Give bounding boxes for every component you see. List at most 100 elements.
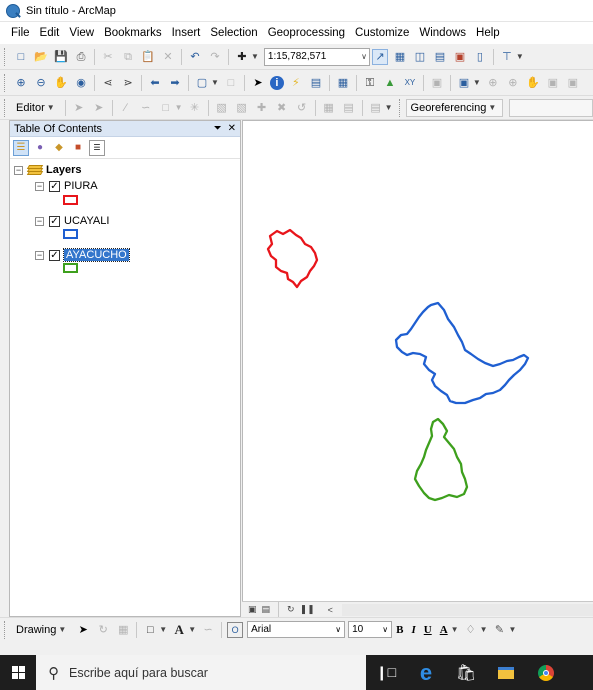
forward-arrow-icon[interactable]: ➡ bbox=[167, 75, 183, 91]
chevron-down-icon[interactable]: ▼ bbox=[385, 103, 393, 112]
collapse-icon[interactable]: − bbox=[14, 165, 23, 175]
list-by-visibility-icon[interactable]: ◆ bbox=[51, 140, 67, 156]
collapse-icon[interactable]: − bbox=[35, 250, 44, 260]
menu-help[interactable]: Help bbox=[471, 22, 505, 44]
cut-icon[interactable]: ✂ bbox=[100, 49, 116, 65]
chevron-down-icon[interactable]: ▼ bbox=[188, 625, 196, 634]
layer-row-ayacucho[interactable]: − ✓ AYACUCHO bbox=[35, 248, 130, 262]
chevron-down-icon[interactable]: ▼ bbox=[159, 625, 167, 634]
map-display[interactable] bbox=[242, 120, 593, 601]
georeferencing-layer-combobox[interactable] bbox=[509, 98, 593, 117]
open-folder-icon[interactable]: 📂 bbox=[33, 49, 49, 65]
font-size-combobox[interactable]: 10 ∨ bbox=[348, 621, 393, 638]
model-builder-icon[interactable]: ⊤ bbox=[499, 49, 515, 65]
layer-visibility-checkbox[interactable]: ✓ bbox=[49, 180, 60, 192]
symbol-swatch-ayacucho[interactable] bbox=[63, 263, 78, 273]
split-tool-icon[interactable]: ✖ bbox=[274, 100, 290, 116]
select-features-icon[interactable]: ▢ bbox=[194, 75, 210, 91]
edge-browser-icon[interactable]: e bbox=[406, 655, 446, 690]
arctoolbox-icon[interactable]: ▣ bbox=[452, 49, 468, 65]
text-tool-icon[interactable]: A bbox=[171, 622, 187, 638]
chevron-down-icon[interactable]: ▼ bbox=[516, 52, 524, 61]
menu-customize[interactable]: Customize bbox=[350, 22, 414, 44]
print-icon[interactable]: ⎙ bbox=[73, 49, 89, 65]
list-by-source-icon[interactable]: ● bbox=[32, 140, 48, 156]
symbol-swatch-ucayali[interactable] bbox=[63, 229, 78, 239]
symbol-swatch-piura[interactable] bbox=[63, 195, 78, 205]
go-to-xy-icon[interactable]: XY bbox=[402, 75, 418, 91]
edit-vertices-icon[interactable]: ∽ bbox=[200, 622, 216, 638]
font-color-button[interactable]: A bbox=[436, 624, 452, 636]
chevron-down-icon[interactable]: ▼ bbox=[473, 78, 481, 87]
delete-icon[interactable]: ✕ bbox=[160, 49, 176, 65]
point-tool-icon[interactable]: □ bbox=[158, 100, 174, 116]
edit-annotation-icon[interactable]: ➤ bbox=[91, 100, 107, 116]
editor-toolbar-icon[interactable]: ↗ bbox=[371, 48, 388, 65]
fill-color-icon[interactable]: ♢ bbox=[463, 622, 479, 638]
create-viewer-icon[interactable]: ▣ bbox=[456, 75, 472, 91]
list-by-drawing-order-icon[interactable]: ☰ bbox=[13, 139, 29, 156]
scroll-left-arrow-icon[interactable]: < bbox=[328, 605, 333, 615]
ucayali-polygon[interactable] bbox=[394, 301, 530, 405]
layout-view-icon[interactable]: ▤ bbox=[262, 604, 271, 615]
collapse-icon[interactable]: − bbox=[35, 216, 44, 226]
menu-insert[interactable]: Insert bbox=[167, 22, 206, 44]
fixed-zoom-in-icon[interactable]: ⋖ bbox=[100, 75, 116, 91]
select-elements-arrow-icon[interactable]: ➤ bbox=[250, 75, 266, 91]
task-view-icon[interactable]: ❙□ bbox=[366, 655, 406, 690]
zoom-whole-page-icon[interactable]: ▣ bbox=[545, 75, 561, 91]
reshape-icon[interactable]: ▧ bbox=[234, 100, 250, 116]
zoom-to-layer-icon[interactable]: ⊕ bbox=[485, 75, 501, 91]
layer-name[interactable]: AYACUCHO bbox=[63, 248, 130, 262]
italic-button[interactable]: I bbox=[407, 624, 419, 636]
editor-menu-button[interactable]: Editor ▼ bbox=[11, 99, 62, 117]
zoom-out-icon[interactable]: ⊖ bbox=[33, 75, 49, 91]
data-view-icon[interactable]: ▣ bbox=[248, 604, 257, 615]
zoom-to-elements-icon[interactable]: ▦ bbox=[115, 622, 131, 638]
hyperlink-icon[interactable]: ⚡ bbox=[288, 75, 304, 91]
pin-icon[interactable]: ⏷ bbox=[214, 123, 222, 134]
menu-file[interactable]: File bbox=[6, 22, 35, 44]
toolbar-grip[interactable] bbox=[4, 73, 7, 92]
sketch-properties-icon[interactable]: ▤ bbox=[341, 100, 357, 116]
underline-button[interactable]: U bbox=[420, 624, 436, 636]
identify-icon[interactable]: i bbox=[269, 75, 284, 90]
menu-geoprocessing[interactable]: Geoprocessing bbox=[263, 22, 350, 44]
rectangle-icon[interactable]: □ bbox=[142, 622, 158, 638]
line-color-icon[interactable]: ✎ bbox=[492, 622, 508, 638]
start-button[interactable] bbox=[0, 655, 36, 690]
pan-hand-icon[interactable]: ✋ bbox=[53, 75, 69, 91]
find-binoculars-icon[interactable]: ⚿ bbox=[362, 75, 378, 91]
pause-drawing-icon[interactable]: ❚❚ bbox=[300, 604, 315, 615]
menu-view[interactable]: View bbox=[64, 22, 99, 44]
undo-icon[interactable]: ↶ bbox=[187, 49, 203, 65]
layer-row-ucayali[interactable]: − ✓ UCAYALI bbox=[35, 214, 109, 228]
layers-dataframe-row[interactable]: − Layers bbox=[14, 163, 81, 177]
catalog-icon[interactable]: ◫ bbox=[412, 49, 428, 65]
find-route-icon[interactable]: ▲ bbox=[382, 75, 398, 91]
time-slider-icon[interactable]: ▣ bbox=[429, 75, 445, 91]
edit-vertices-icon[interactable]: ▧ bbox=[214, 100, 230, 116]
layer-visibility-checkbox[interactable]: ✓ bbox=[49, 249, 60, 261]
toolbar-grip[interactable] bbox=[4, 47, 7, 66]
add-data-icon[interactable]: ✚ bbox=[234, 49, 250, 65]
zoom-in-icon[interactable]: ⊕ bbox=[13, 75, 29, 91]
cut-polygons-icon[interactable]: ✚ bbox=[254, 100, 270, 116]
store-bag-icon[interactable]: 🛍 bbox=[446, 655, 486, 690]
list-by-selection-icon[interactable]: ■ bbox=[70, 140, 86, 156]
chevron-down-icon[interactable]: ▼ bbox=[211, 78, 219, 87]
chrome-icon[interactable] bbox=[526, 655, 566, 690]
menu-selection[interactable]: Selection bbox=[205, 22, 262, 44]
layer-name[interactable]: UCAYALI bbox=[64, 215, 109, 227]
layer-visibility-checkbox[interactable]: ✓ bbox=[49, 215, 60, 227]
select-elements-icon[interactable]: ➤ bbox=[75, 622, 91, 638]
font-icon[interactable]: O bbox=[227, 621, 244, 638]
chevron-down-icon[interactable]: ∨ bbox=[361, 52, 367, 61]
georeferencing-menu-button[interactable]: Georeferencing ▼ bbox=[405, 98, 504, 117]
taskbar-search-box[interactable]: ⚲ Escribe aquí para buscar bbox=[36, 655, 366, 690]
map-canvas[interactable] bbox=[243, 121, 593, 602]
clear-selection-icon[interactable]: □ bbox=[223, 75, 239, 91]
python-window-icon[interactable]: ▯ bbox=[472, 49, 488, 65]
collapse-icon[interactable]: − bbox=[35, 181, 44, 191]
search-window-icon[interactable]: ▤ bbox=[432, 49, 448, 65]
